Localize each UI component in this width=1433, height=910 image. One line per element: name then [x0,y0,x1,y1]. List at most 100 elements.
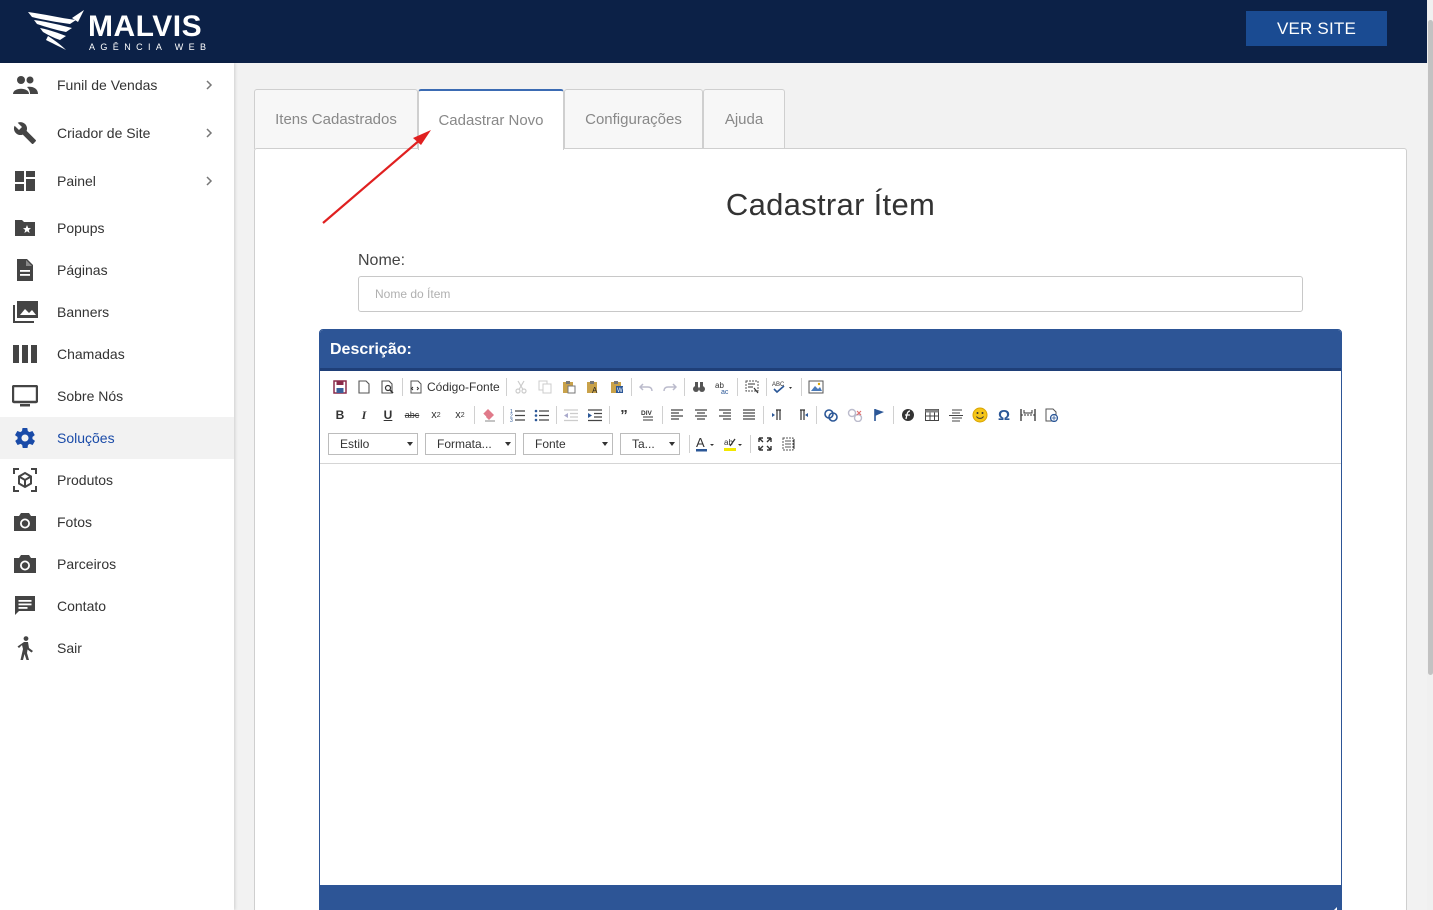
tab-ajuda[interactable]: Ajuda [703,89,785,149]
toolbar-separator [503,406,504,424]
toolbar-separator [800,378,802,396]
style-combo[interactable]: Estilo [328,433,418,455]
flash-icon[interactable] [896,404,920,426]
show-blocks-icon[interactable] [777,433,801,455]
chevron-right-icon [206,176,213,186]
sidebar-item-label: Soluções [57,430,115,446]
justify-icon[interactable] [737,404,761,426]
name-input[interactable] [358,276,1303,312]
iframe-icon[interactable] [1040,404,1064,426]
paste-icon[interactable] [557,376,581,398]
table-icon[interactable] [920,404,944,426]
sidebar-item-painel[interactable]: Painel [0,160,234,202]
sidebar-item-banners[interactable]: Banners [0,291,234,333]
indent-icon[interactable] [583,404,607,426]
tab-cadastrar-novo[interactable]: Cadastrar Novo [418,89,564,150]
editor-header: Descrição: [320,330,1341,370]
undo-icon[interactable] [634,376,658,398]
logo-subtitle: AGÊNCIA WEB [89,42,212,52]
align-right-icon[interactable] [713,404,737,426]
tab-itens-cadastrados[interactable]: Itens Cadastrados [254,89,418,149]
name-label: Nome: [358,252,406,269]
bulleted-list-icon[interactable] [530,404,554,426]
maximize-icon[interactable] [753,433,777,455]
save-icon[interactable] [328,376,352,398]
numbered-list-icon[interactable]: 123 [506,404,530,426]
sidebar-item-paginas[interactable]: Páginas [0,249,234,291]
superscript-icon[interactable]: x2 [448,404,472,426]
sidebar-item-contato[interactable]: Contato [0,585,234,627]
sidebar-item-fotos[interactable]: Fotos [0,501,234,543]
toolbar-separator [662,406,663,424]
copy-icon[interactable] [533,376,557,398]
sidebar-item-sair[interactable]: Sair [0,627,234,669]
bold-icon[interactable]: B [328,404,352,426]
folder-star-icon [12,215,38,241]
cut-icon[interactable] [509,376,533,398]
image-icon[interactable] [804,376,828,398]
preview-icon[interactable] [376,376,400,398]
sidebar-item-criador-de-site[interactable]: Criador de Site [0,112,234,154]
columns-icon [12,341,38,367]
toolbar-separator [689,435,690,453]
editor-toolbar: Código-Fonte A W ab ac ABC B I U abc x 2… [320,371,1341,464]
page-break-icon[interactable] [1016,404,1040,426]
ver-site-button[interactable]: VER SITE [1246,11,1387,46]
sidebar-item-funil-de-vendas[interactable]: Funil de Vendas [0,64,234,106]
spellcheck-icon[interactable]: ABC [769,376,799,398]
source-code-label: Código-Fonte [427,380,500,394]
page-scrollbar-thumb[interactable] [1428,20,1433,675]
editor-content-area[interactable] [320,464,1341,885]
svg-text:3: 3 [510,418,513,422]
replace-icon[interactable]: ab ac [711,376,735,398]
align-center-icon[interactable] [689,404,713,426]
sidebar-item-popups[interactable]: Popups [0,207,234,249]
source-code-button[interactable]: Código-Fonte [405,376,504,398]
chevron-down-icon [505,442,511,446]
sidebar-item-label: Funil de Vendas [57,77,158,93]
blockquote-icon[interactable]: ” [612,404,636,426]
anchor-flag-icon[interactable] [867,404,891,426]
outdent-icon[interactable] [559,404,583,426]
format-combo[interactable]: Formata... [425,433,516,455]
paste-text-icon[interactable]: A [581,376,605,398]
smiley-icon[interactable] [968,404,992,426]
special-char-icon[interactable]: Ω [992,404,1016,426]
div-container-icon[interactable]: DIV [636,404,660,426]
rich-text-editor: Descrição: Código-Fonte A W ab ac ABC B … [319,329,1342,910]
remove-format-icon[interactable] [477,404,501,426]
toolbar-separator [630,378,632,396]
italic-icon[interactable]: I [352,404,376,426]
svg-text:DIV: DIV [641,410,653,417]
svg-text:W: W [617,388,623,394]
unlink-icon[interactable] [843,404,867,426]
new-page-icon[interactable] [352,376,376,398]
subscript-icon[interactable]: x2 [424,404,448,426]
select-all-icon[interactable] [740,376,764,398]
sidebar-item-parceiros[interactable]: Parceiros [0,543,234,585]
sidebar-item-sobre-nos[interactable]: Sobre Nós [0,375,234,417]
toolbar-separator [505,378,507,396]
sidebar-item-label: Contato [57,598,107,614]
underline-icon[interactable]: U [376,404,400,426]
svg-text:A: A [592,386,598,394]
find-icon[interactable] [687,376,711,398]
chevron-right-icon [206,128,213,138]
text-direction-rtl-icon[interactable] [790,404,814,426]
redo-icon[interactable] [658,376,682,398]
link-icon[interactable] [819,404,843,426]
sidebar-item-label: Popups [57,220,105,236]
strikethrough-icon[interactable]: abc [400,404,424,426]
paste-word-icon[interactable]: W [605,376,629,398]
text-direction-ltr-icon[interactable] [766,404,790,426]
font-size-combo[interactable]: Ta... [620,433,680,455]
font-combo[interactable]: Fonte [523,433,613,455]
sidebar-item-produtos[interactable]: Produtos [0,459,234,501]
sidebar-item-chamadas[interactable]: Chamadas [0,333,234,375]
background-color-icon[interactable]: ab [720,433,748,455]
align-left-icon[interactable] [665,404,689,426]
horizontal-rule-icon[interactable] [944,404,968,426]
text-color-icon[interactable]: A [692,433,720,455]
sidebar-item-solucoes[interactable]: Soluções [0,417,234,459]
tab-configuracoes[interactable]: Configurações [564,89,703,149]
